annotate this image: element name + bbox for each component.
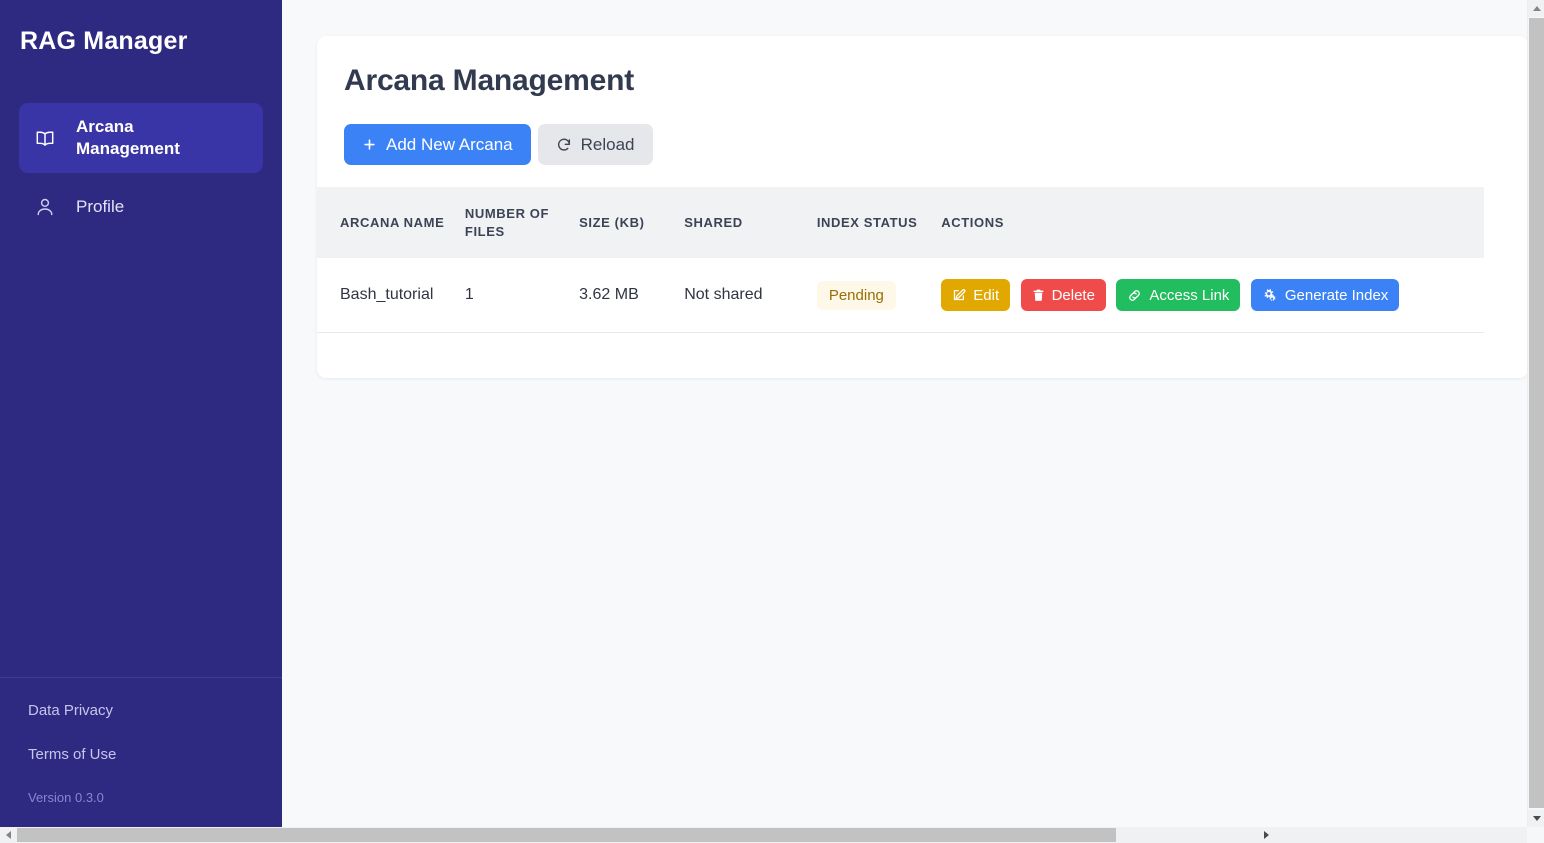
sidebar-footer: Data Privacy Terms of Use Version 0.3.0 [0, 677, 282, 827]
page-title: Arcana Management [344, 64, 635, 97]
app-brand-title: RAG Manager [20, 27, 188, 55]
scrollbar-corner [1527, 827, 1544, 843]
edit-label: Edit [973, 286, 1000, 304]
edit-button[interactable]: Edit [941, 279, 1011, 312]
cell-number-of-files: 1 [464, 258, 580, 334]
delete-label: Delete [1051, 286, 1095, 304]
cell-arcana-name: Bash_tutorial [317, 258, 465, 334]
sidebar-item-label: Profile [76, 196, 125, 216]
horizontal-scrollbar[interactable] [0, 827, 1544, 843]
trash-icon [1032, 288, 1045, 302]
table-row: Bash_tutorial 1 3.62 MB Not shared Pendi… [317, 258, 1484, 334]
arcana-card: Arcana Management Add New Arcana Reload … [317, 36, 1527, 378]
cell-actions: Edit Delete Access Link Generate Index [941, 258, 1484, 334]
plus-icon [362, 137, 377, 152]
app-root: RAG Manager Arcana Management Profile Da… [0, 0, 1544, 843]
reload-label: Reload [580, 134, 635, 154]
sidebar-item-label: Arcana Management [76, 117, 180, 158]
scroll-right-arrow-icon[interactable] [1258, 827, 1274, 843]
arcana-table: ARCANA NAME NUMBER OF FILES SIZE (KB) SH… [317, 187, 1484, 334]
link-icon [1127, 288, 1142, 303]
delete-button[interactable]: Delete [1020, 279, 1106, 312]
add-new-arcana-button[interactable]: Add New Arcana [344, 124, 531, 165]
add-new-arcana-label: Add New Arcana [386, 134, 513, 154]
horizontal-scrollbar-thumb[interactable] [17, 828, 1116, 842]
column-header-actions: ACTIONS [941, 214, 1004, 230]
user-icon [30, 196, 60, 218]
sidebar-item-profile[interactable]: Profile [19, 183, 263, 231]
reload-button[interactable]: Reload [537, 124, 653, 165]
table-body: Bash_tutorial 1 3.62 MB Not shared Pendi… [317, 258, 1484, 334]
scroll-left-arrow-icon[interactable] [0, 827, 16, 843]
access-link-button[interactable]: Access Link [1116, 279, 1241, 312]
footer-link-data-privacy[interactable]: Data Privacy [28, 702, 282, 719]
table-header: ARCANA NAME NUMBER OF FILES SIZE (KB) SH… [317, 187, 1484, 259]
pencil-square-icon [952, 288, 966, 302]
rotate-right-icon [556, 137, 572, 153]
vertical-scrollbar[interactable] [1527, 0, 1544, 827]
cogs-icon [1262, 288, 1278, 302]
column-header-size[interactable]: SIZE (KB) [579, 187, 684, 258]
column-header-arcana-name[interactable]: ARCANA NAME [317, 187, 465, 258]
table-header-row: ARCANA NAME NUMBER OF FILES SIZE (KB) SH… [317, 187, 1484, 259]
scroll-up-arrow-icon[interactable] [1528, 0, 1544, 17]
sidebar-nav: Arcana Management Profile [0, 103, 282, 677]
cell-size: 3.62 MB [579, 258, 685, 334]
column-header-index-status[interactable]: INDEX STATUS [817, 187, 941, 258]
column-header-shared[interactable]: SHARED [684, 187, 817, 258]
toolbar: Add New Arcana Reload [317, 98, 1527, 165]
generate-index-button[interactable]: Generate Index [1250, 279, 1400, 312]
status-badge: Pending [816, 280, 896, 310]
footer-link-terms-of-use[interactable]: Terms of Use [28, 746, 282, 763]
access-link-label: Access Link [1149, 286, 1230, 304]
app-version-label: Version 0.3.0 [28, 790, 104, 805]
generate-index-label: Generate Index [1284, 286, 1389, 304]
sidebar: RAG Manager Arcana Management Profile Da… [0, 0, 282, 827]
scroll-down-arrow-icon[interactable] [1528, 810, 1544, 827]
vertical-scrollbar-thumb[interactable] [1529, 18, 1544, 808]
main-content: Arcana Management Add New Arcana Reload … [282, 0, 1527, 827]
column-header-number-files[interactable]: NUMBER OF FILES [465, 187, 579, 258]
sidebar-item-arcana-management[interactable]: Arcana Management [19, 103, 263, 173]
cell-index-status: Pending [816, 258, 942, 334]
cell-shared: Not shared [684, 258, 817, 334]
book-open-icon [30, 127, 60, 149]
